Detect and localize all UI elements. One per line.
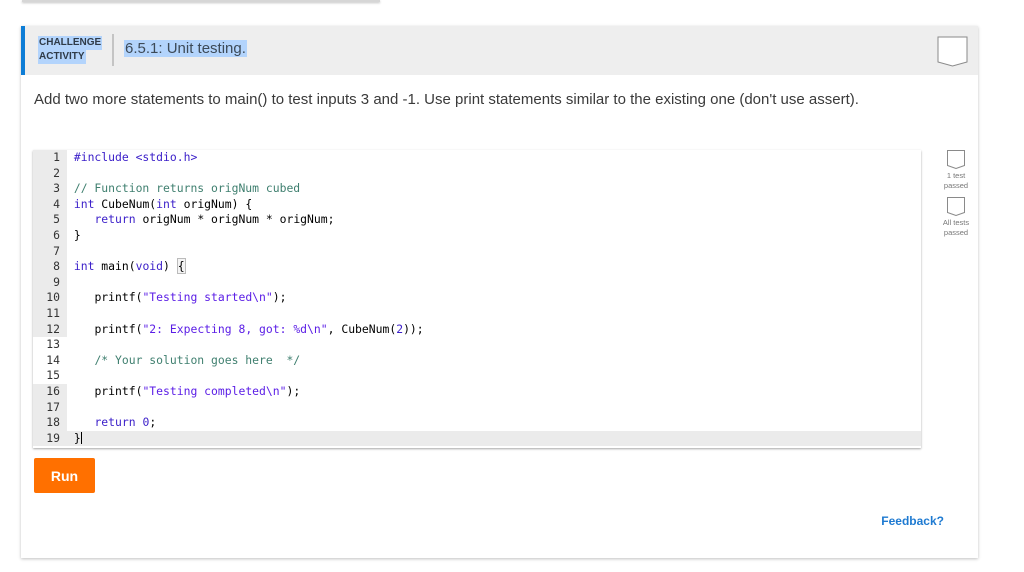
status-label-line2: passed xyxy=(943,181,969,190)
code-line[interactable]: 17 xyxy=(33,399,921,416)
code-line[interactable]: 3 // Function returns origNum cubed xyxy=(33,181,921,197)
code-keyword: return xyxy=(94,415,136,430)
code-text: printf( xyxy=(94,383,143,398)
code-line[interactable]: 19 } xyxy=(33,430,921,447)
code-line-editable[interactable]: 14 /* Your solution goes here */ xyxy=(33,352,921,369)
code-text: main( xyxy=(94,259,136,274)
code-line[interactable]: 18 return 0; xyxy=(33,415,921,431)
code-line[interactable]: 8 int main(void) { xyxy=(33,258,921,275)
line-number: 6 xyxy=(33,227,67,244)
line-number: 11 xyxy=(33,305,67,322)
challenge-activity-card: CHALLENGE ACTIVITY 6.5.1: Unit testing. … xyxy=(21,26,978,558)
line-number: 16 xyxy=(33,383,67,400)
line-number: 17 xyxy=(33,399,67,416)
code-line[interactable]: 7 xyxy=(33,243,921,260)
code-text: } xyxy=(73,430,81,445)
run-button[interactable]: Run xyxy=(34,458,95,493)
code-keyword: void xyxy=(135,259,164,274)
code-text: ); xyxy=(286,383,301,398)
code-line[interactable]: 12 printf("2: Expecting 8, got: %d\n", C… xyxy=(33,321,921,338)
test-status-panel: 1 test passed All tests passed xyxy=(936,150,976,244)
code-keyword: return xyxy=(94,212,136,227)
status-all-tests-passed: All tests passed xyxy=(936,197,976,238)
code-text: ; xyxy=(149,415,157,430)
code-string: "Testing completed\n" xyxy=(142,383,287,398)
code-text: printf( xyxy=(94,321,143,336)
line-number: 8 xyxy=(33,259,67,275)
status-label-line1: All tests xyxy=(942,218,970,227)
code-text: CubeNum( xyxy=(94,196,157,211)
line-number: 19 xyxy=(33,430,67,447)
status-label-line2: passed xyxy=(943,228,969,237)
code-editor[interactable]: 1 #include <stdio.h> 2 3 // Function ret… xyxy=(33,150,921,448)
activity-title-text: 6.5.1: Unit testing. xyxy=(124,40,247,57)
completion-badge-icon xyxy=(937,36,968,67)
line-number: 12 xyxy=(33,321,67,338)
code-text: } xyxy=(73,227,81,242)
code-line-editable[interactable]: 13 xyxy=(33,337,921,353)
feedback-link[interactable]: Feedback? xyxy=(881,514,944,528)
code-text: ); xyxy=(272,290,287,305)
code-line[interactable]: 10 printf("Testing started\n"); xyxy=(33,290,921,306)
code-line[interactable]: 9 xyxy=(33,274,921,291)
text-cursor xyxy=(80,432,82,445)
code-text: printf( xyxy=(94,290,143,305)
instructions-text: Add two more statements to main() to tes… xyxy=(34,91,859,108)
line-number: 3 xyxy=(33,181,67,197)
code-keyword: int xyxy=(73,196,95,211)
test-badge-icon xyxy=(947,197,965,216)
line-number: 9 xyxy=(33,274,67,291)
status-label: 1 test passed xyxy=(936,171,976,191)
line-number: 18 xyxy=(33,415,67,431)
activity-header: CHALLENGE ACTIVITY 6.5.1: Unit testing. xyxy=(21,26,978,75)
code-text: , CubeNum( xyxy=(327,321,397,336)
line-number: 7 xyxy=(33,243,67,260)
status-label-line1: 1 test xyxy=(946,171,966,180)
code-line[interactable]: 5 return origNum * origNum * origNum; xyxy=(33,212,921,228)
line-number: 10 xyxy=(33,290,67,306)
code-line[interactable]: 4 int CubeNum(int origNum) { xyxy=(33,196,921,213)
code-line[interactable]: 1 #include <stdio.h> xyxy=(33,150,921,166)
code-text: origNum * origNum * origNum; xyxy=(135,212,335,227)
status-one-test-passed: 1 test passed xyxy=(936,150,976,191)
previous-card-edge xyxy=(22,0,380,2)
code-text: #include <stdio.h> xyxy=(73,150,198,164)
activity-type-line2: ACTIVITY xyxy=(38,50,86,64)
code-text: )); xyxy=(403,321,424,336)
test-badge-icon xyxy=(947,150,965,169)
code-keyword: int xyxy=(156,196,177,211)
activity-type-label: CHALLENGE ACTIVITY xyxy=(38,36,103,64)
code-keyword: int xyxy=(73,259,95,274)
code-line-editable[interactable]: 15 xyxy=(33,368,921,384)
code-line[interactable]: 2 xyxy=(33,165,921,182)
activity-title: 6.5.1: Unit testing. xyxy=(124,40,247,57)
code-line[interactable]: 6 } xyxy=(33,227,921,244)
code-text: ) xyxy=(163,259,177,274)
code-comment: /* Your solution goes here */ xyxy=(94,352,301,367)
line-number: 5 xyxy=(33,212,67,228)
line-number: 1 xyxy=(33,150,67,166)
line-number: 13 xyxy=(33,337,67,353)
status-label: All tests passed xyxy=(936,218,976,238)
code-text: origNum) { xyxy=(176,196,253,211)
line-number: 4 xyxy=(33,196,67,213)
code-line[interactable]: 11 xyxy=(33,305,921,322)
code-line[interactable]: 16 printf("Testing completed\n"); xyxy=(33,383,921,400)
line-number: 2 xyxy=(33,165,67,182)
matched-brace: { xyxy=(176,258,186,275)
code-comment: // Function returns origNum cubed xyxy=(73,181,301,196)
code-string: "2: Expecting 8, got: %d\n" xyxy=(142,321,328,336)
line-number: 15 xyxy=(33,368,67,384)
header-divider xyxy=(112,34,114,66)
code-string: "Testing started\n" xyxy=(142,290,273,305)
line-number: 14 xyxy=(33,352,67,369)
activity-type-line1: CHALLENGE xyxy=(38,36,103,50)
